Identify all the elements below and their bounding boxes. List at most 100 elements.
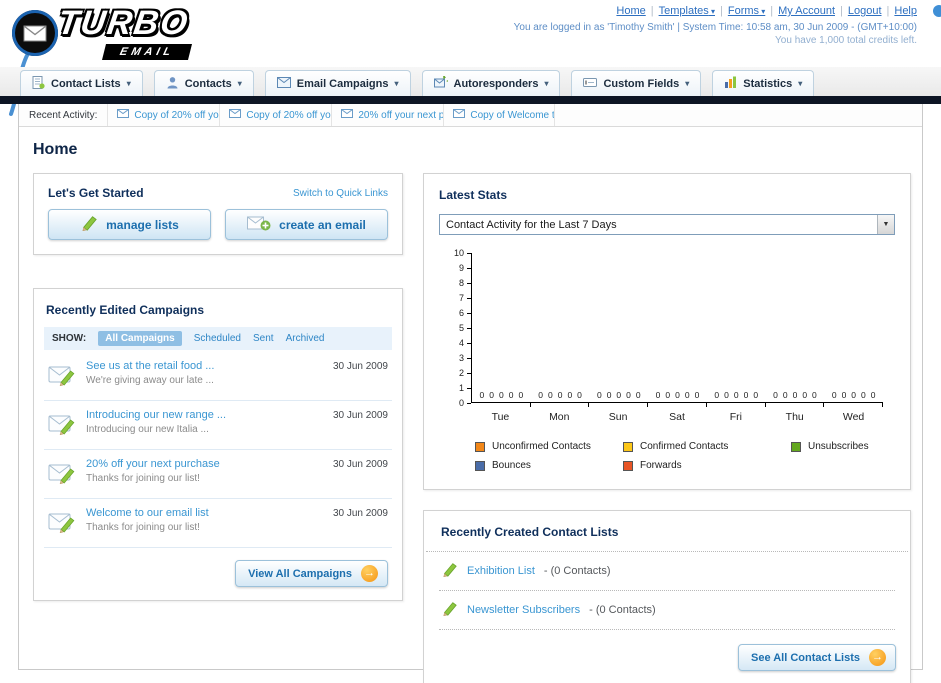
tab-contacts[interactable]: Contacts ▾ [153,70,254,96]
value-label: 0 [753,390,759,400]
value-label: 0 [567,390,573,400]
legend-swatch [623,460,633,471]
chevron-down-icon: ▾ [237,79,242,88]
chart-x-axis: Tue Mon Sun Sat Fri Thu Wed [471,411,883,423]
campaign-title-link[interactable]: See us at the retail food ... [86,360,325,372]
app-page: TURBO EMAIL Home | Templates ▾ | Forms ▾ | My … [0,0,941,683]
recent-activity-items: Copy of 20% off yo Copy of 20% off yo 20% … [107,104,556,126]
recent-activity-item[interactable]: Copy of Welcome to [443,104,556,126]
tab-email-campaigns[interactable]: Email Campaigns ▾ [264,70,411,96]
filter-scheduled[interactable]: Scheduled [194,333,241,344]
value-label: 0 [489,390,494,400]
value-label: 0 [577,390,582,400]
top-link-logout[interactable]: Logout [848,5,882,17]
envelope-icon [341,109,354,121]
y-axis-tick-label: 8 [458,278,472,288]
tab-autoresponders[interactable]: Autoresponders ▾ [421,70,561,96]
create-email-button[interactable]: create an email [225,209,388,240]
campaign-date: 30 Jun 2009 [332,361,388,372]
envelope-plus-icon [247,216,271,234]
contact-lists-panel: Recently Created Contact Lists Exhibitio… [423,510,911,683]
envelope-icon [229,109,242,121]
stats-period-select[interactable]: Contact Activity for the Last 7 Days ▼ [439,214,895,235]
tab-statistics[interactable]: Statistics ▾ [712,70,815,96]
value-label: 0 [812,390,817,400]
legend-swatch [791,441,801,452]
legend-swatch [623,441,633,452]
value-label: 0 [724,390,729,400]
campaign-title-link[interactable]: Introducing our new range ... [86,409,325,421]
recent-activity-item[interactable]: 20% off your next p [331,104,443,126]
turbo-email-logo: TURBO EMAIL [8,4,268,116]
autoresponders-icon [433,73,451,91]
x-axis-tick-label: Sat [669,411,685,423]
campaign-title-link[interactable]: 20% off your next purchase [86,458,325,470]
value-labels: 00000 [472,390,531,400]
value-label: 0 [606,390,612,400]
logo-text-primary: TURBO [55,4,192,42]
value-label: 0 [655,390,661,400]
contact-list-link[interactable]: Newsletter Subscribers [467,604,580,616]
campaign-row: 20% off your next purchase Thanks for joi… [44,450,392,499]
legend-item: Forwards [623,460,791,471]
chevron-down-icon: ▾ [544,79,549,88]
show-label: SHOW: [52,333,87,344]
contact-list-link[interactable]: Exhibition List [467,565,535,577]
value-label: 0 [773,390,778,400]
separator: | [720,5,723,17]
arrow-right-icon: → [869,649,886,666]
filter-all-campaigns[interactable]: All Campaigns [98,331,182,346]
email-pencil-icon [48,360,78,391]
campaign-row: Welcome to our email list Thanks for join… [44,499,392,548]
top-link-my-account[interactable]: My Account [778,5,835,17]
right-column: Latest Stats Contact Activity for the La… [423,173,911,683]
arrow-right-icon: → [361,565,378,582]
x-axis-tick-label: Mon [549,411,570,423]
value-label: 0 [802,390,808,400]
campaign-row: Introducing our new range ... Introducing… [44,401,392,450]
recent-activity-bar: Recent Activity: Copy of 20% off yo Copy … [19,104,922,127]
top-link-forms[interactable]: Forms ▾ [728,5,765,17]
separator: | [770,5,774,17]
x-axis-tick-label: Tue [491,411,510,423]
top-link-help[interactable]: Help [894,5,917,17]
tab-custom-fields[interactable]: Custom Fields ▾ [571,70,702,96]
campaign-filters: SHOW: All Campaigns Scheduled Sent Archived [44,327,392,350]
contact-lists-items: Exhibition List - (0 Contacts) Newsletter … [424,552,910,630]
switch-quick-links-link[interactable]: Switch to Quick Links [293,188,388,199]
legend-item: Bounces [475,460,623,471]
y-axis-tick-label: 5 [458,323,472,333]
recent-activity-item[interactable]: Copy of 20% off yo [107,104,219,126]
value-label: 0 [851,390,857,400]
campaign-date: 30 Jun 2009 [332,459,388,470]
chart-legend: Unconfirmed Contacts Confirmed Contacts Un… [475,441,895,471]
value-label: 0 [743,390,749,400]
filter-sent[interactable]: Sent [253,333,274,344]
value-label: 0 [714,390,720,400]
filter-archived[interactable]: Archived [286,333,325,344]
top-link-templates[interactable]: Templates ▾ [659,5,715,17]
tab-contact-lists[interactable]: Contact Lists ▾ [20,70,143,96]
campaign-title-link[interactable]: Welcome to our email list [86,507,325,519]
page-title: Home [33,141,78,158]
x-axis-tick-label: Sun [608,411,628,423]
top-link-home[interactable]: Home [616,5,645,17]
legend-item: Unsubscribes [791,441,941,452]
latest-stats-panel: Latest Stats Contact Activity for the La… [423,173,911,490]
value-labels: 00000 [824,390,883,400]
recent-activity-item[interactable]: Copy of 20% off yo [219,104,331,126]
x-axis-tick-label: Fri [729,411,742,423]
value-label: 0 [498,390,504,400]
chart-day-group: 00000 [824,253,883,407]
see-all-contact-lists-button[interactable]: See All Contact Lists → [737,644,896,671]
value-label: 0 [518,390,524,400]
y-axis-tick-label: 0 [458,398,472,408]
chevron-down-icon: ▾ [394,79,399,88]
value-labels: 00000 [707,390,766,400]
legend-item: Unconfirmed Contacts [475,441,623,452]
view-all-campaigns-button[interactable]: View All Campaigns → [235,560,388,587]
value-label: 0 [792,390,798,400]
value-label: 0 [538,390,543,400]
y-axis-tick-label: 10 [453,248,472,258]
manage-lists-button[interactable]: manage lists [48,209,211,240]
